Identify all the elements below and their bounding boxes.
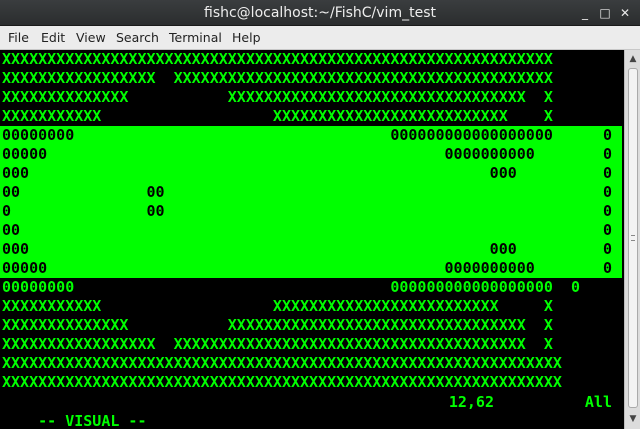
scroll-up-arrow-icon[interactable]: ▲: [625, 52, 640, 66]
selected-line-end-char: 0: [602, 145, 612, 163]
selected-line: 00000 0000000000: [2, 259, 535, 277]
terminal-line: 00000000 000000000000000000 0: [2, 278, 580, 296]
selected-line: 0 00: [2, 202, 165, 220]
selected-line: 000 000: [2, 240, 517, 258]
selected-line-end-char: 0: [602, 259, 612, 277]
terminal-line: XXXXXXXXXXX XXXXXXXXXXXXXXXXXXXXXXXXXX X: [2, 107, 553, 125]
selected-line: 00000000 000000000000000000: [2, 126, 553, 144]
vim-status-line: -- VISUAL --: [2, 393, 624, 429]
terminal-area[interactable]: XXXXXXXXXXXXXXXXXXXXXXXXXXXXXXXXXXXXXXXX…: [0, 50, 624, 429]
selected-line-end-char: 0: [602, 202, 612, 220]
scroll-position: All: [584, 393, 612, 411]
vertical-scrollbar[interactable]: ▲ ▼: [624, 50, 640, 429]
window-title: fishc@localhost:~/FishC/vim_test: [204, 5, 436, 21]
maximize-button[interactable]: □: [596, 4, 614, 22]
selected-line-end-char: 0: [602, 126, 612, 144]
terminal-line: XXXXXXXXXXXXXXXXXXXXXXXXXXXXXXXXXXXXXXXX…: [2, 50, 553, 68]
selected-line: 00 00: [2, 183, 165, 201]
terminal-line: XXXXXXXXXXXXXXXXXXXXXXXXXXXXXXXXXXXXXXXX…: [2, 354, 562, 372]
cursor-position: 12,62: [448, 393, 494, 411]
selected-line: 00: [2, 221, 21, 239]
menu-search[interactable]: Search: [116, 26, 159, 49]
menu-view[interactable]: View: [76, 26, 106, 49]
terminal-line: XXXXXXXXXXXXXXXXX XXXXXXXXXXXXXXXXXXXXXX…: [2, 69, 553, 87]
menu-file[interactable]: File: [8, 26, 29, 49]
minimize-button[interactable]: _: [576, 4, 594, 22]
selected-line: 00000 0000000000: [2, 145, 535, 163]
vim-mode-indicator: -- VISUAL --: [38, 412, 147, 429]
close-button[interactable]: ✕: [616, 4, 634, 22]
selected-line-end-char: 0: [602, 221, 612, 239]
grip-icon: [631, 235, 635, 241]
menu-edit[interactable]: Edit: [41, 26, 65, 49]
menu-terminal[interactable]: Terminal: [169, 26, 222, 49]
terminal-line: XXXXXXXXXXX XXXXXXXXXXXXXXXXXXXXXXXXX X: [2, 297, 553, 315]
selected-line: 000 000: [2, 164, 517, 182]
terminal-line: XXXXXXXXXXXXXXXXXXXXXXXXXXXXXXXXXXXXXXXX…: [2, 373, 562, 391]
terminal-line: XXXXXXXXXXXXXXXXX XXXXXXXXXXXXXXXXXXXXXX…: [2, 335, 553, 353]
menu-bar: File Edit View Search Terminal Help: [0, 26, 640, 50]
menu-help[interactable]: Help: [232, 26, 261, 49]
scroll-down-arrow-icon[interactable]: ▼: [625, 412, 640, 426]
terminal-line: XXXXXXXXXXXXXX XXXXXXXXXXXXXXXXXXXXXXXXX…: [2, 88, 553, 106]
scrollbar-thumb[interactable]: [628, 68, 638, 408]
selected-line-end-char: 0: [602, 164, 612, 182]
selected-line-end-char: 0: [602, 240, 612, 258]
title-bar: fishc@localhost:~/FishC/vim_test _ □ ✕: [0, 0, 640, 26]
selected-line-end-char: 0: [602, 183, 612, 201]
terminal-line: XXXXXXXXXXXXXX XXXXXXXXXXXXXXXXXXXXXXXXX…: [2, 316, 553, 334]
